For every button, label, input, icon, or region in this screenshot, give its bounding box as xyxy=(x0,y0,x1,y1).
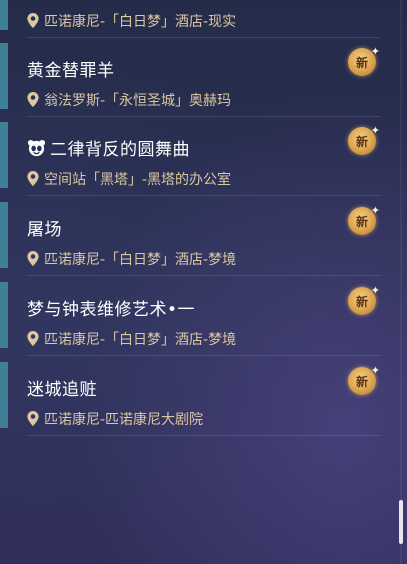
location-pin-icon xyxy=(27,251,39,266)
mission-item[interactable]: 迷城追赃 匹诺康尼-匹诺康尼大剧院 新 ✦ xyxy=(0,358,380,436)
mission-title: 二律背反的圆舞曲 xyxy=(50,140,190,160)
mission-accent-bar xyxy=(0,282,8,348)
divider xyxy=(27,37,380,38)
mission-location: 匹诺康尼-匹诺康尼大剧院 xyxy=(27,409,203,429)
new-badge: 新 ✦ xyxy=(346,204,380,236)
mission-location: 匹诺康尼-「白日梦」酒店-现实 xyxy=(27,11,236,31)
mission-accent-bar xyxy=(0,202,8,268)
mission-location-text: 匹诺康尼-匹诺康尼大剧院 xyxy=(44,412,204,428)
divider xyxy=(27,195,380,196)
new-badge: 新 ✦ xyxy=(346,284,380,316)
mission-location: 匹诺康尼-「白日梦」酒店-梦境 xyxy=(27,329,236,349)
mission-location: 翁法罗斯-「永恒圣城」奥赫玛 xyxy=(27,90,231,110)
location-pin-icon xyxy=(27,171,39,186)
mission-accent-bar xyxy=(0,43,8,109)
divider xyxy=(27,435,380,436)
sparkle-icon: ✦ xyxy=(370,124,380,137)
sparkle-icon: ✦ xyxy=(370,284,380,297)
mission-location-text: 匹诺康尼-「白日梦」酒店-现实 xyxy=(44,14,237,30)
mission-title: 迷城追赃 xyxy=(27,380,97,400)
mission-location-text: 匹诺康尼-「白日梦」酒店-梦境 xyxy=(44,252,237,268)
mission-title-row: 二律背反的圆舞曲 xyxy=(27,135,190,160)
mission-title: 黄金替罪羊 xyxy=(27,61,115,81)
new-badge: 新 ✦ xyxy=(346,124,380,156)
mission-title: 屠场 xyxy=(27,220,62,240)
location-pin-icon xyxy=(27,331,39,346)
divider xyxy=(27,355,380,356)
divider xyxy=(27,116,380,117)
location-pin-icon xyxy=(27,13,39,28)
sparkle-icon: ✦ xyxy=(370,204,380,217)
mission-item[interactable]: 屠场 匹诺康尼-「白日梦」酒店-梦境 新 ✦ xyxy=(0,198,380,276)
mission-item[interactable]: 梦与钟表维修艺术•一 匹诺康尼-「白日梦」酒店-梦境 新 ✦ xyxy=(0,278,380,356)
divider xyxy=(27,275,380,276)
mission-item[interactable]: 匹诺康尼-「白日梦」酒店-现实 xyxy=(0,0,380,38)
scrollbar-track[interactable] xyxy=(400,0,402,564)
new-badge: 新 ✦ xyxy=(346,45,380,77)
mission-location-text: 匹诺康尼-「白日梦」酒店-梦境 xyxy=(44,332,237,348)
mission-location: 空间站「黑塔」-黑塔的办公室 xyxy=(27,169,231,189)
mission-item[interactable]: 二律背反的圆舞曲 空间站「黑塔」-黑塔的办公室 新 ✦ xyxy=(0,118,380,196)
sparkle-icon: ✦ xyxy=(370,364,380,377)
mission-location: 匹诺康尼-「白日梦」酒店-梦境 xyxy=(27,249,236,269)
scrollbar-thumb[interactable] xyxy=(399,500,403,544)
mission-accent-bar xyxy=(0,362,8,428)
mission-title: 梦与钟表维修艺术•一 xyxy=(27,300,196,320)
mission-item[interactable]: 黄金替罪羊 翁法罗斯-「永恒圣城」奥赫玛 新 ✦ xyxy=(0,39,380,117)
location-pin-icon xyxy=(27,411,39,426)
mission-accent-bar xyxy=(0,0,8,30)
mission-location-text: 空间站「黑塔」-黑塔的办公室 xyxy=(44,172,232,188)
mission-list: 匹诺康尼-「白日梦」酒店-现实 黄金替罪羊 翁法罗斯-「永恒圣城」奥赫玛 新 ✦ xyxy=(0,0,407,564)
mission-accent-bar xyxy=(0,122,8,188)
location-pin-icon xyxy=(27,92,39,107)
mission-location-text: 翁法罗斯-「永恒圣城」奥赫玛 xyxy=(44,93,232,109)
panda-icon xyxy=(27,139,46,157)
sparkle-icon: ✦ xyxy=(370,45,380,58)
new-badge: 新 ✦ xyxy=(346,364,380,396)
